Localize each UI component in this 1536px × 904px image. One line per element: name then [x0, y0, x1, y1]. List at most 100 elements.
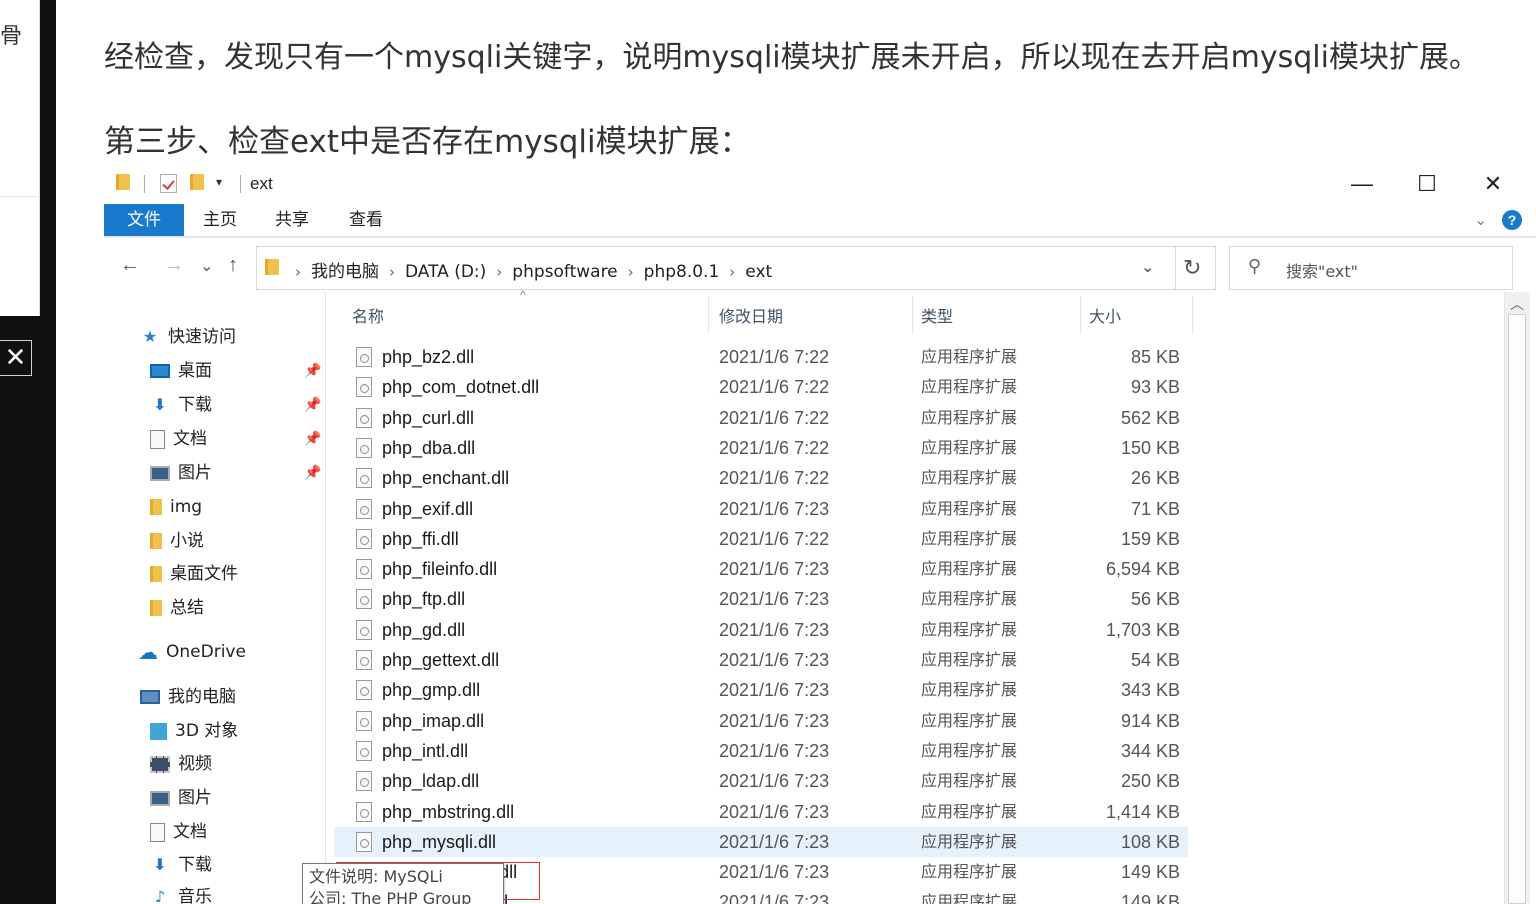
- file-size: 108 KB: [1120, 831, 1180, 852]
- table-row[interactable]: php_intl.dll 2021/1/6 7:23 应用程序扩展 344 KB: [334, 736, 1188, 766]
- sidebar-item-documents[interactable]: 文档: [150, 424, 207, 454]
- dll-file-icon: [356, 437, 372, 458]
- customize-toolbar-dropdown[interactable]: ▾: [216, 175, 222, 189]
- table-row[interactable]: php_gd.dll 2021/1/6 7:23 应用程序扩展 1,703 KB: [334, 615, 1188, 645]
- divider: [144, 175, 145, 193]
- sidebar-item-3d-objects[interactable]: 3D 对象: [150, 716, 238, 746]
- breadcrumb-ext[interactable]: ext: [745, 262, 772, 282]
- table-row[interactable]: php_exif.dll 2021/1/6 7:23 应用程序扩展 71 KB: [334, 494, 1188, 524]
- table-row[interactable]: php_com_dotnet.dll 2021/1/6 7:22 应用程序扩展 93 …: [334, 372, 1188, 402]
- tab-home[interactable]: 主页: [200, 204, 240, 236]
- sidebar-item-desktop[interactable]: 桌面: [150, 356, 212, 386]
- sidebar-item-pc-pictures[interactable]: 图片: [150, 783, 212, 813]
- recent-locations-button[interactable]: ⌄: [200, 256, 213, 276]
- divider: [1080, 296, 1081, 334]
- address-bar[interactable]: › 我的电脑 › DATA (D:) › phpsoftware › php8.0.1 › ext…: [256, 246, 1216, 290]
- address-history-dropdown[interactable]: ⌄: [1141, 257, 1154, 277]
- dll-file-icon: [356, 771, 372, 792]
- scrollbar-thumb[interactable]: [1508, 314, 1526, 904]
- document-icon: [150, 822, 165, 842]
- search-input[interactable]: 搜索"ext": [1286, 258, 1358, 282]
- sidebar-item-onedrive[interactable]: ☁ OneDrive: [138, 637, 246, 667]
- pictures-icon: [150, 465, 170, 481]
- file-size: 6,594 KB: [1105, 559, 1180, 580]
- sidebar-item-quick-access[interactable]: ★ 快速访问: [140, 322, 236, 352]
- file-size: 1,703 KB: [1105, 619, 1180, 640]
- tab-view[interactable]: 查看: [346, 204, 386, 236]
- file-date: 2021/1/6 7:22: [719, 468, 830, 489]
- folder-icon[interactable]: [116, 174, 130, 192]
- pin-icon[interactable]: 📌: [304, 464, 321, 481]
- tab-file[interactable]: 文件: [104, 204, 184, 236]
- table-row[interactable]: php_imap.dll 2021/1/6 7:23 应用程序扩展 914 KB: [334, 706, 1188, 736]
- sidebar-item-novels[interactable]: 小说: [150, 526, 204, 556]
- file-size: 26 KB: [1130, 468, 1180, 489]
- forward-button[interactable]: →: [164, 254, 184, 277]
- sidebar-item-desktop-files[interactable]: 桌面文件: [150, 559, 238, 589]
- dll-file-icon: [356, 740, 372, 761]
- sidebar-item-img[interactable]: img: [150, 492, 202, 522]
- table-row[interactable]: php_enchant.dll 2021/1/6 7:22 应用程序扩展 26 KB: [334, 463, 1188, 493]
- breadcrumb-php801[interactable]: php8.0.1: [644, 262, 720, 282]
- table-row[interactable]: php_bz2.dll 2021/1/6 7:22 应用程序扩展 85 KB: [334, 342, 1188, 372]
- expand-ribbon-icon[interactable]: ⌄: [1474, 210, 1487, 230]
- sidebar-item-this-pc[interactable]: 我的电脑: [140, 682, 236, 712]
- maximize-button[interactable]: ☐: [1405, 168, 1449, 200]
- file-size: 250 KB: [1120, 771, 1180, 792]
- file-name: php_enchant.dll: [382, 468, 510, 489]
- up-button[interactable]: ↑: [228, 254, 238, 277]
- column-header-name[interactable]: 名称: [352, 304, 384, 330]
- table-row[interactable]: php_gettext.dll 2021/1/6 7:23 应用程序扩展 54 KB: [334, 645, 1188, 675]
- divider: [240, 175, 241, 193]
- back-button[interactable]: ←: [120, 254, 140, 277]
- file-name: php_intl.dll: [382, 740, 469, 761]
- sidebar-item-downloads[interactable]: ⬇ 下载: [150, 390, 212, 420]
- sidebar-item-summary[interactable]: 总结: [150, 593, 204, 623]
- search-box[interactable]: ⚲ 搜索"ext": [1229, 246, 1513, 290]
- breadcrumb-drive[interactable]: DATA (D:): [405, 262, 486, 282]
- file-type: 应用程序扩展: [921, 528, 1018, 548]
- table-row[interactable]: php_ftp.dll 2021/1/6 7:23 应用程序扩展 56 KB: [334, 584, 1188, 614]
- file-date: 2021/1/6 7:23: [719, 801, 830, 822]
- table-row[interactable]: php_gmp.dll 2021/1/6 7:23 应用程序扩展 343 KB: [334, 675, 1188, 705]
- sidebar-item-pc-downloads[interactable]: ⬇ 下载: [150, 850, 212, 880]
- column-header-type[interactable]: 类型: [921, 304, 953, 330]
- table-row[interactable]: php_ldap.dll 2021/1/6 7:23 应用程序扩展 250 KB: [334, 766, 1188, 796]
- tab-share[interactable]: 共享: [272, 204, 312, 236]
- properties-icon[interactable]: [160, 174, 177, 193]
- minimize-button[interactable]: —: [1340, 168, 1384, 200]
- pin-icon[interactable]: 📌: [304, 362, 321, 379]
- breadcrumb-phpsoftware[interactable]: phpsoftware: [512, 262, 617, 282]
- file-size: 562 KB: [1120, 407, 1180, 428]
- sidebar-item-pc-documents[interactable]: 文档: [150, 817, 207, 847]
- refresh-button[interactable]: ↻: [1183, 255, 1201, 281]
- breadcrumb: › 我的电脑 › DATA (D:) › phpsoftware › php8.0.1 › ext: [285, 257, 772, 282]
- sidebar-item-label: OneDrive: [166, 642, 246, 662]
- sidebar-item-videos[interactable]: 视频: [150, 749, 212, 779]
- breadcrumb-this-pc[interactable]: 我的电脑: [311, 262, 379, 282]
- pin-icon[interactable]: 📌: [304, 430, 321, 447]
- close-panel-button[interactable]: ✕: [0, 340, 32, 376]
- table-row[interactable]: php_dba.dll 2021/1/6 7:22 应用程序扩展 150 KB: [334, 433, 1188, 463]
- new-folder-icon[interactable]: [190, 174, 204, 192]
- file-type: 应用程序扩展: [921, 347, 1018, 366]
- file-type: 应用程序扩展: [921, 710, 1018, 730]
- sidebar-item-music[interactable]: ♪ 音乐: [150, 882, 212, 904]
- table-row[interactable]: php_ffi.dll 2021/1/6 7:22 应用程序扩展 159 KB: [334, 524, 1188, 554]
- column-header-size[interactable]: 大小: [1089, 304, 1121, 330]
- table-row[interactable]: php_mysqli.dll 2021/1/6 7:23 应用程序扩展 108 KB: [334, 826, 1188, 857]
- vertical-scrollbar[interactable]: ︿: [1504, 292, 1530, 904]
- pin-icon[interactable]: 📌: [304, 396, 321, 413]
- file-size: 71 KB: [1130, 498, 1180, 519]
- scroll-up-button[interactable]: ︿: [1505, 294, 1529, 314]
- chevron-right-icon: ›: [496, 263, 503, 281]
- desktop-icon: [150, 364, 170, 378]
- help-icon[interactable]: ?: [1502, 210, 1522, 230]
- table-row[interactable]: php_fileinfo.dll 2021/1/6 7:23 应用程序扩展 6,594…: [334, 554, 1188, 584]
- file-name: php_mbstring.dll: [382, 801, 515, 822]
- column-header-date[interactable]: 修改日期: [719, 304, 783, 330]
- table-row[interactable]: php_mbstring.dll 2021/1/6 7:23 应用程序扩展 1,414…: [334, 797, 1188, 827]
- sidebar-item-pictures[interactable]: 图片: [150, 458, 212, 488]
- close-button[interactable]: ✕: [1471, 168, 1515, 200]
- table-row[interactable]: php_curl.dll 2021/1/6 7:22 应用程序扩展 562 KB: [334, 403, 1188, 433]
